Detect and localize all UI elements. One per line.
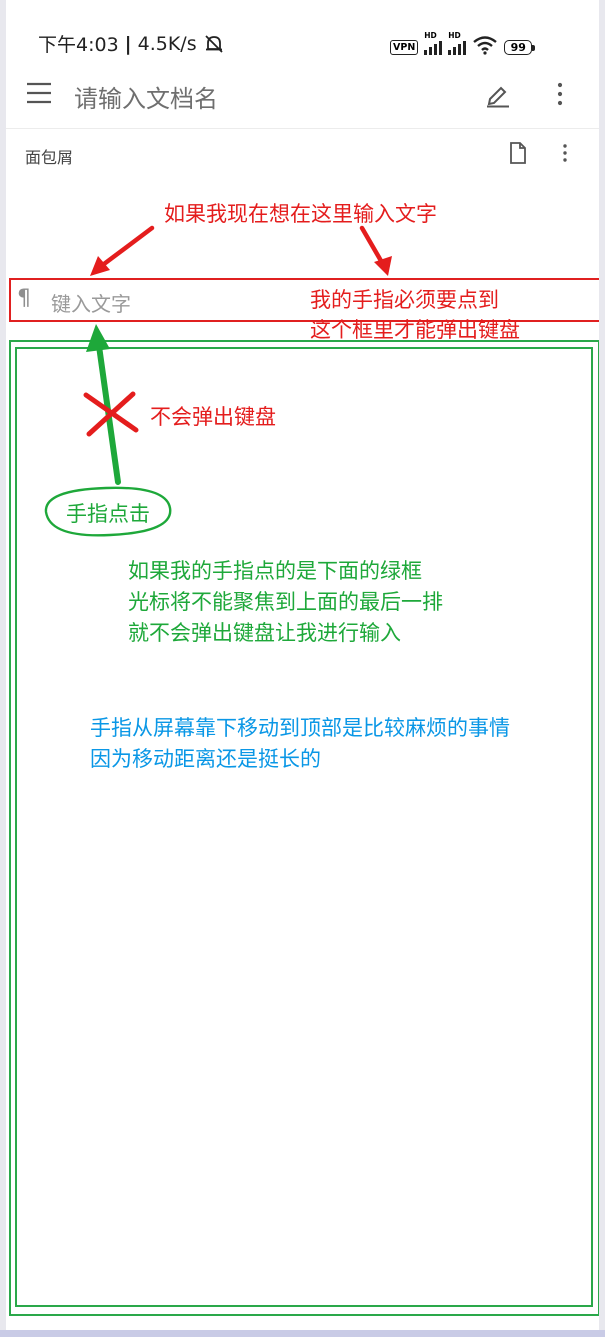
annotation-drawings bbox=[44, 225, 392, 537]
bottom-edge-strip bbox=[0, 1330, 605, 1337]
green-arrow-up-icon bbox=[86, 324, 121, 485]
phone-screen: 下午4:03 | 4.5K/s VPN HD HD 99 请输入文档名 面包屑 … bbox=[6, 0, 599, 1330]
annotation-green-line2: 光标将不能聚焦到上面的最后一排 bbox=[128, 590, 443, 614]
annotation-green-line3: 就不会弹出键盘让我进行输入 bbox=[128, 621, 401, 645]
red-arrow-left-icon bbox=[90, 225, 155, 276]
red-arrow-right-icon bbox=[359, 225, 392, 276]
annotation-green-line1: 如果我的手指点的是下面的绿框 bbox=[128, 559, 422, 583]
green-circle-icon bbox=[44, 486, 172, 537]
annotation-blue-line2: 因为移动距离还是挺长的 bbox=[90, 747, 321, 771]
annotation-blue-line1: 手指从屏幕靠下移动到顶部是比较麻烦的事情 bbox=[90, 716, 510, 740]
